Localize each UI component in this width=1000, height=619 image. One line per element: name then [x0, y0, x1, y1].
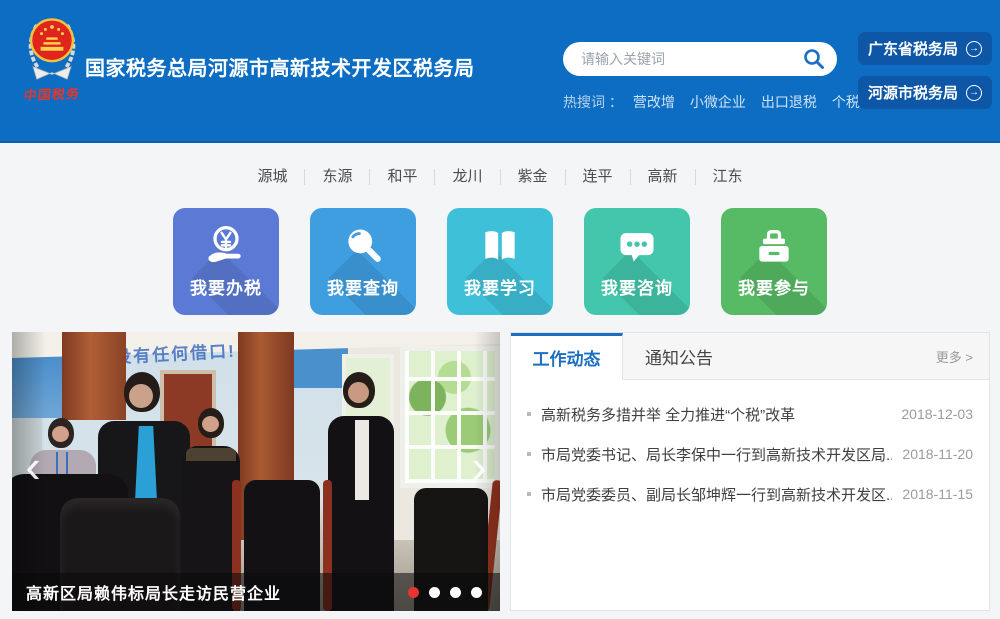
page: 中国税务 国家税务总局河源市高新技术开发区税务局 热搜词 ： 营改增 小微企业 … — [0, 0, 1000, 619]
site-title: 国家税务总局河源市高新技术开发区税务局 — [85, 52, 475, 81]
service-label: 我要办税 — [173, 274, 279, 299]
hot-term-small-micro-enterprise[interactable]: 小微企业 — [690, 92, 746, 112]
carousel-dot-2[interactable] — [429, 587, 440, 598]
news-list: 高新税务多措并举 全力推进“个税”改革 2018-12-03 市局党委书记、局长… — [511, 394, 989, 514]
quick-link-label: 河源市税务局 — [868, 82, 958, 103]
chat-bubble-icon — [615, 224, 659, 268]
quick-link-label: 广东省税务局 — [868, 38, 958, 59]
hot-search-label: 热搜词 ： — [563, 92, 623, 112]
service-inquiry[interactable]: 我要查询 — [310, 208, 416, 315]
service-learning[interactable]: 我要学习 — [447, 208, 553, 315]
hot-term-individual-tax[interactable]: 个税 — [832, 92, 860, 112]
open-book-icon — [478, 224, 522, 268]
search-input[interactable] — [581, 51, 795, 67]
service-shortcuts: 我要办税 我要查询 我要学习 — [0, 208, 1000, 315]
carousel-photo: 没有任何借口! — [12, 332, 500, 611]
region-item-dongyuan[interactable]: 东源 — [305, 169, 370, 185]
news-item: 高新税务多措并举 全力推进“个税”改革 2018-12-03 — [527, 394, 973, 434]
carousel-caption[interactable]: 高新区局赖伟标局长走访民营企业 — [26, 580, 408, 604]
news-title[interactable]: 市局党委书记、局长李保中一行到高新技术开发区局.. — [541, 444, 892, 465]
ballot-box-icon — [752, 224, 796, 268]
carousel-dot-1[interactable] — [408, 587, 419, 598]
bullet-icon — [527, 452, 531, 456]
region-item-heping[interactable]: 和平 — [370, 169, 435, 185]
service-label: 我要咨询 — [584, 274, 690, 299]
arrow-circle-icon — [966, 85, 982, 101]
carousel-dot-3[interactable] — [450, 587, 461, 598]
news-date: 2018-11-15 — [902, 486, 973, 502]
more-link[interactable]: 更多 > — [936, 347, 989, 366]
news-carousel: 没有任何借口! — [12, 332, 500, 611]
quick-links: 广东省税务局 河源市税务局 — [858, 32, 992, 109]
region-item-jiangdong[interactable]: 江东 — [696, 169, 760, 185]
service-tax-handling[interactable]: 我要办税 — [173, 208, 279, 315]
news-panel: 工作动态 通知公告 更多 > 高新税务多措并举 全力推进“个税”改革 2018-… — [510, 332, 990, 611]
tax-emblem-logo[interactable]: 中国税务 — [20, 8, 84, 103]
region-item-yuancheng[interactable]: 源城 — [240, 169, 305, 185]
logo-caption: 中国税务 — [19, 83, 85, 104]
news-date: 2018-12-03 — [901, 406, 973, 422]
region-item-lianping[interactable]: 连平 — [566, 169, 631, 185]
carousel-caption-bar: 高新区局赖伟标局长走访民营企业 — [12, 573, 500, 611]
tab-work-updates[interactable]: 工作动态 — [511, 333, 623, 380]
site-header: 中国税务 国家税务总局河源市高新技术开发区税务局 热搜词 ： 营改增 小微企业 … — [0, 0, 1000, 143]
search-box — [563, 42, 837, 76]
carousel-next-button[interactable] — [462, 438, 496, 494]
service-label: 我要参与 — [721, 274, 827, 299]
region-item-gaoxin[interactable]: 高新 — [631, 169, 696, 185]
carousel-prev-button[interactable] — [16, 438, 50, 494]
region-item-longchuan[interactable]: 龙川 — [435, 169, 500, 185]
news-title[interactable]: 市局党委委员、副局长邹坤辉一行到高新技术开发区.. — [541, 484, 892, 505]
news-title[interactable]: 高新税务多措并举 全力推进“个税”改革 — [541, 404, 891, 425]
tab-notices[interactable]: 通知公告 — [623, 333, 735, 379]
hand-coin-icon — [204, 224, 248, 268]
news-tabbar: 工作动态 通知公告 更多 > — [511, 333, 989, 380]
region-item-zijin[interactable]: 紫金 — [501, 169, 566, 185]
content-row: 没有任何借口! — [12, 332, 990, 611]
hot-term-yinggaizeng[interactable]: 营改增 — [633, 92, 675, 112]
region-nav: 源城 东源 和平 龙川 紫金 连平 高新 江东 — [0, 143, 1000, 189]
link-heyuan-tax-bureau[interactable]: 河源市税务局 — [858, 76, 992, 109]
service-participate[interactable]: 我要参与 — [721, 208, 827, 315]
service-consult[interactable]: 我要咨询 — [584, 208, 690, 315]
service-label: 我要学习 — [447, 274, 553, 299]
service-label: 我要查询 — [310, 274, 416, 299]
news-item: 市局党委委员、副局长邹坤辉一行到高新技术开发区.. 2018-11-15 — [527, 474, 973, 514]
hot-term-export-rebate[interactable]: 出口退税 — [761, 92, 817, 112]
news-date: 2018-11-20 — [902, 446, 973, 462]
search-icon — [802, 47, 826, 71]
news-item: 市局党委书记、局长李保中一行到高新技术开发区局.. 2018-11-20 — [527, 434, 973, 474]
carousel-dots — [408, 587, 482, 598]
link-guangdong-tax-bureau[interactable]: 广东省税务局 — [858, 32, 992, 65]
arrow-circle-icon — [966, 41, 982, 57]
carousel-dot-4[interactable] — [471, 587, 482, 598]
search-button[interactable] — [795, 44, 833, 74]
hot-search-bar: 热搜词 ： 营改增 小微企业 出口退税 个税 — [563, 92, 875, 112]
bullet-icon — [527, 492, 531, 496]
national-emblem-icon — [23, 8, 81, 82]
bullet-icon — [527, 412, 531, 416]
magnifier-icon — [341, 224, 385, 268]
